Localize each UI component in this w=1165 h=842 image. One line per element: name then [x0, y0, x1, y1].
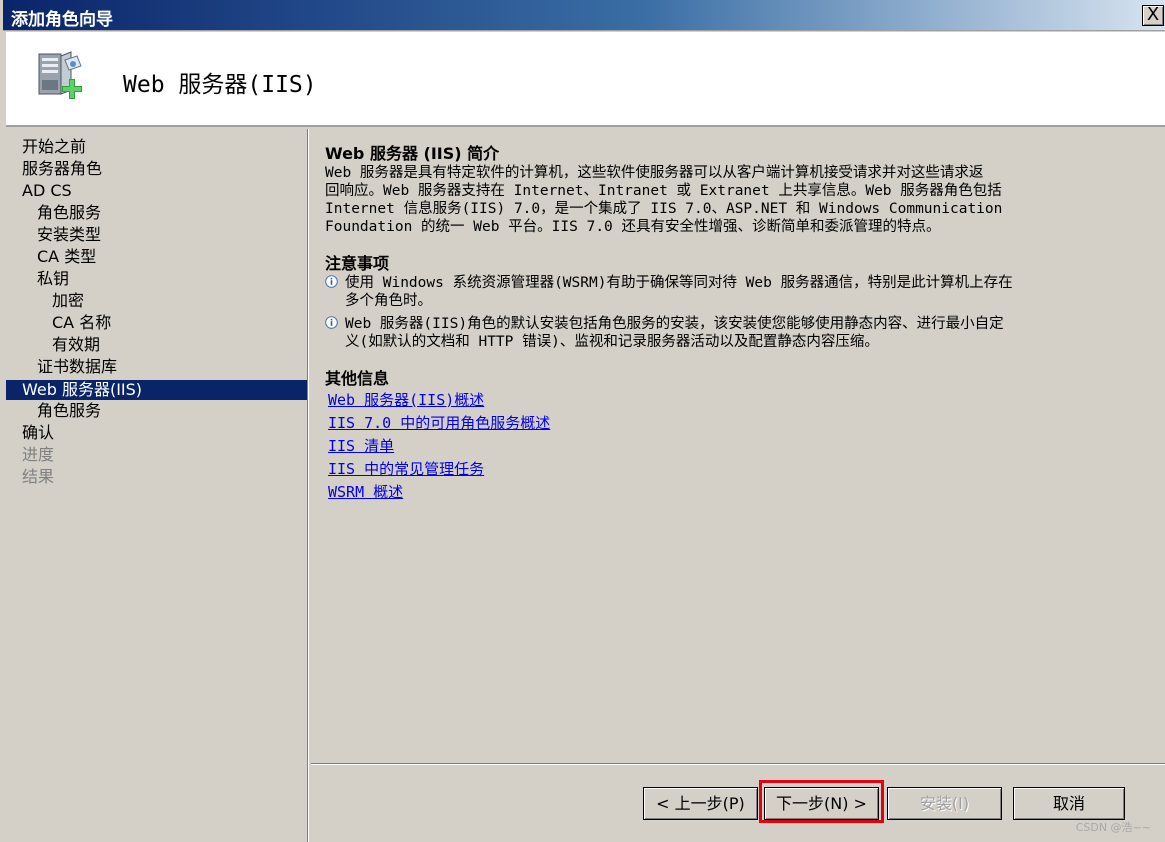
intro-line: Internet 信息服务(IIS) 7.0，是一个集成了 IIS 7.0、AS…: [325, 201, 1003, 217]
wizard-step-nav: 开始之前 服务器角色 AD CS 角色服务 安装类型 CA 类型 私钥 加密 C…: [6, 129, 309, 842]
nav-step-certificate-database[interactable]: 证书数据库: [6, 357, 308, 377]
nav-step-ca-name[interactable]: CA 名称: [6, 313, 308, 333]
more-info-heading: 其他信息: [325, 369, 390, 388]
nav-step-web-server-iis[interactable]: Web 服务器(IIS): [6, 380, 308, 400]
nav-step-private-key[interactable]: 私钥: [6, 269, 308, 289]
server-add-icon: [38, 51, 82, 99]
page-title: Web 服务器(IIS): [123, 72, 317, 98]
nav-step-validity-period[interactable]: 有效期: [6, 335, 308, 355]
button-bar-divider: [311, 763, 1165, 765]
previous-button[interactable]: < 上一步(P): [643, 787, 758, 820]
link-web-server-overview[interactable]: Web 服务器(IIS)概述: [328, 390, 484, 410]
next-button-highlight: [759, 780, 884, 823]
nav-step-cryptography[interactable]: 加密: [6, 291, 308, 311]
info-icon: [325, 316, 338, 329]
intro-line: Web 服务器是具有特定软件的计算机，这些软件使服务器可以从客户端计算机接受请求…: [325, 165, 984, 181]
nav-step-progress: 进度: [22, 445, 55, 464]
nav-step-setup-type[interactable]: 安装类型: [6, 225, 308, 245]
nav-step-before-you-begin[interactable]: 开始之前: [6, 137, 308, 157]
note-item: Web 服务器(IIS)角色的默认安装包括角色服务的安装，该安装使您能够使用静态…: [323, 315, 1153, 351]
intro-line: 回响应。Web 服务器支持在 Internet、Intranet 或 Extra…: [325, 183, 1002, 199]
watermark: CSDN @浩~~: [1075, 821, 1151, 834]
cancel-button[interactable]: 取消: [1013, 787, 1125, 820]
note-line: 使用 Windows 系统资源管理器(WSRM)有助于确保等同对待 Web 服务…: [345, 275, 1013, 291]
intro-paragraph: Web 服务器是具有特定软件的计算机，这些软件使服务器可以从客户端计算机接受请求…: [325, 164, 1155, 236]
nav-step-ad-cs[interactable]: AD CS: [6, 181, 308, 201]
nav-step-ad-cs-role-services[interactable]: 角色服务: [6, 203, 308, 223]
link-wsrm-overview[interactable]: WSRM 概述: [328, 482, 403, 502]
note-line: Web 服务器(IIS)角色的默认安装包括角色服务的安装，该安装使您能够使用静态…: [345, 316, 1004, 332]
install-button: 安装(I): [887, 787, 1002, 820]
sidebar-divider: [307, 129, 308, 842]
nav-step-results: 结果: [22, 467, 55, 486]
link-iis-checklist[interactable]: IIS 清单: [328, 436, 394, 456]
nav-step-confirmation[interactable]: 确认: [6, 423, 308, 443]
close-button[interactable]: X: [1142, 5, 1164, 26]
close-icon: X: [1146, 4, 1160, 25]
link-iis7-role-services-overview[interactable]: IIS 7.0 中的可用角色服务概述: [328, 413, 550, 433]
notes-heading: 注意事项: [325, 254, 390, 273]
info-icon: [325, 275, 338, 288]
wizard-header: Web 服务器(IIS): [6, 32, 1165, 127]
note-item: 使用 Windows 系统资源管理器(WSRM)有助于确保等同对待 Web 服务…: [323, 274, 1153, 310]
title-bar: 添加角色向导 X: [3, 0, 1165, 31]
window-title: 添加角色向导: [11, 10, 113, 30]
link-iis-common-admin-tasks[interactable]: IIS 中的常见管理任务: [328, 459, 484, 479]
intro-line: Foundation 的统一 Web 平台。IIS 7.0 还具有安全性增强、诊…: [325, 219, 941, 235]
intro-heading: Web 服务器 (IIS) 简介: [325, 144, 500, 163]
wizard-content: Web 服务器 (IIS) 简介 Web 服务器是具有特定软件的计算机，这些软件…: [311, 129, 1165, 763]
note-line: 多个角色时。: [345, 293, 432, 309]
add-roles-wizard-window: 添加角色向导 X Web 服务器(IIS) 开始之前 服务器角色 AD CS 角…: [0, 0, 1165, 842]
note-line: 义(如默认的文档和 HTTP 错误)、监视和记录服务器活动以及配置静态内容压缩。: [345, 334, 879, 350]
nav-step-server-roles[interactable]: 服务器角色: [6, 159, 308, 179]
nav-step-ca-type[interactable]: CA 类型: [6, 247, 308, 267]
nav-step-iis-role-services[interactable]: 角色服务: [6, 401, 308, 421]
